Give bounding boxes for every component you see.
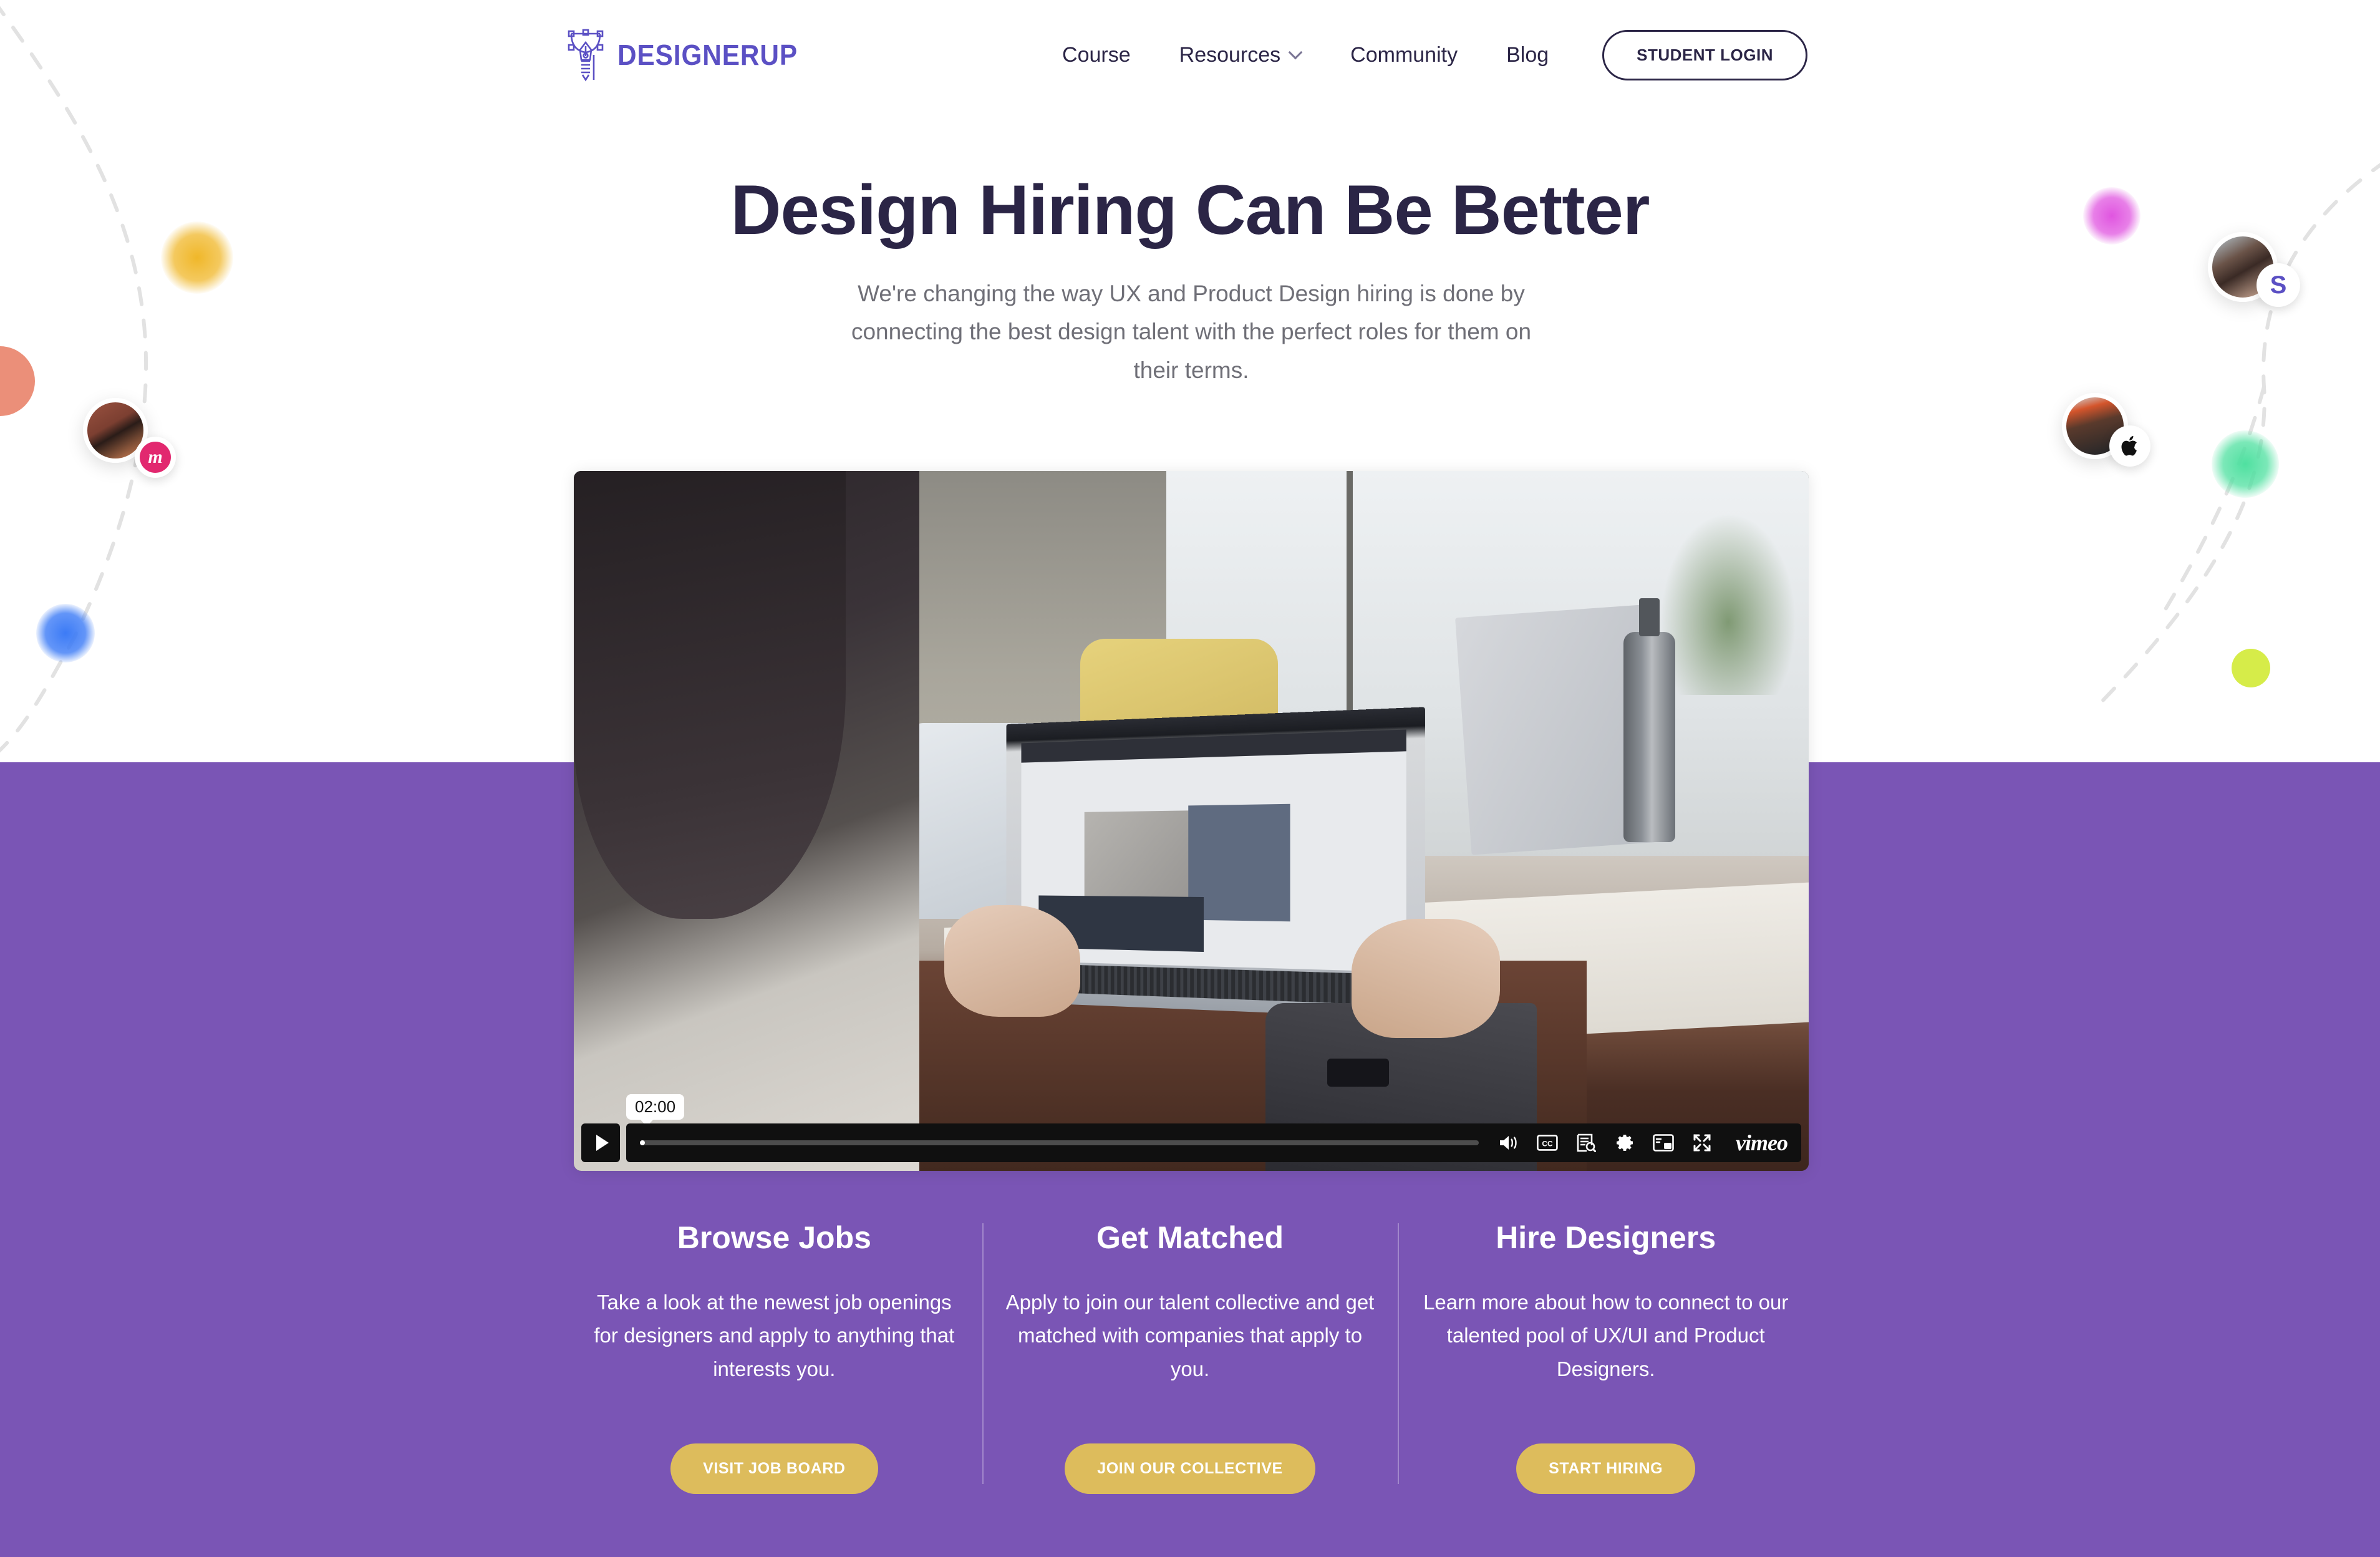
join-our-collective-button[interactable]: JOIN OUR COLLECTIVE — [1065, 1443, 1315, 1494]
features-row: Browse Jobs Take a look at the newest jo… — [566, 1220, 1814, 1494]
nav-item-resources[interactable]: Resources — [1179, 43, 1302, 67]
feature-title: Hire Designers — [1496, 1220, 1716, 1255]
slack-logo-badge: S — [2257, 263, 2300, 307]
dot-green — [2212, 430, 2279, 498]
medium-logo-badge: m — [135, 437, 176, 478]
avatar-designer-right — [2062, 393, 2128, 459]
feature-card-browse-jobs: Browse Jobs Take a look at the newest jo… — [566, 1220, 982, 1494]
page-root: m S DESIGNERUP Course Resources Communit… — [0, 0, 2380, 1557]
feature-card-hire-designers: Hire Designers Learn more about how to c… — [1398, 1220, 1814, 1494]
nav-item-resources-label: Resources — [1179, 43, 1281, 67]
dot-lime — [2232, 649, 2270, 687]
nav-item-course-label: Course — [1062, 43, 1131, 67]
video-progress-fill — [640, 1140, 646, 1145]
visit-job-board-button[interactable]: VISIT JOB BOARD — [670, 1443, 878, 1494]
video-scrubber[interactable] — [640, 1140, 1479, 1145]
feature-title: Get Matched — [1096, 1220, 1284, 1255]
feature-title: Browse Jobs — [677, 1220, 871, 1255]
start-hiring-button[interactable]: START HIRING — [1516, 1443, 1696, 1494]
video-controls: CC vimeo — [581, 1123, 1801, 1162]
apple-logo-badge — [2109, 425, 2150, 467]
nav-item-community[interactable]: Community — [1350, 43, 1458, 67]
video-poster-image — [574, 471, 1809, 1171]
page-title: Design Hiring Can Be Better — [730, 171, 1650, 249]
main-nav: Course Resources Community Blog STUDENT … — [559, 30, 2380, 80]
nav-item-blog[interactable]: Blog — [1506, 43, 1549, 67]
feature-description: Take a look at the newest job openings f… — [594, 1291, 955, 1380]
video-time-tooltip: 02:00 — [626, 1094, 685, 1127]
chevron-down-icon — [1289, 47, 1302, 60]
hero-subtitle: We're changing the way UX and Product De… — [851, 281, 1532, 383]
closed-captions-icon[interactable]: CC — [1536, 1132, 1559, 1154]
video-control-bar: CC vimeo — [626, 1123, 1801, 1162]
student-login-button[interactable]: STUDENT LOGIN — [1602, 30, 1807, 80]
nav-item-blog-label: Blog — [1506, 43, 1549, 67]
nav-item-community-label: Community — [1350, 43, 1458, 67]
feature-description: Apply to join our talent collective and … — [1005, 1291, 1375, 1380]
dot-blue — [36, 604, 95, 662]
feature-description: Learn more about how to connect to our t… — [1423, 1291, 1789, 1380]
video-player[interactable]: 02:00 CC vimeo — [574, 471, 1809, 1171]
apple-logo-glyph — [2121, 435, 2137, 456]
transcript-search-icon[interactable] — [1575, 1132, 1597, 1154]
fullscreen-icon[interactable] — [1691, 1132, 1713, 1154]
video-control-icons: CC vimeo — [1497, 1130, 1788, 1156]
svg-text:CC: CC — [1542, 1140, 1553, 1148]
medium-logo-glyph: m — [140, 442, 171, 473]
feature-card-get-matched: Get Matched Apply to join our talent col… — [982, 1220, 1398, 1494]
play-icon — [596, 1135, 609, 1151]
avatar-designer-left — [83, 398, 148, 463]
volume-icon[interactable] — [1497, 1132, 1520, 1154]
vimeo-logo[interactable]: vimeo — [1736, 1130, 1788, 1156]
site-header: DESIGNERUP Course Resources Community Bl… — [0, 0, 2380, 112]
picture-in-picture-icon[interactable] — [1652, 1132, 1675, 1154]
dot-coral — [0, 346, 35, 416]
nav-item-course[interactable]: Course — [1062, 43, 1131, 67]
slack-logo-glyph: S — [2270, 271, 2287, 299]
play-button[interactable] — [581, 1123, 620, 1162]
settings-gear-icon[interactable] — [1613, 1132, 1636, 1154]
